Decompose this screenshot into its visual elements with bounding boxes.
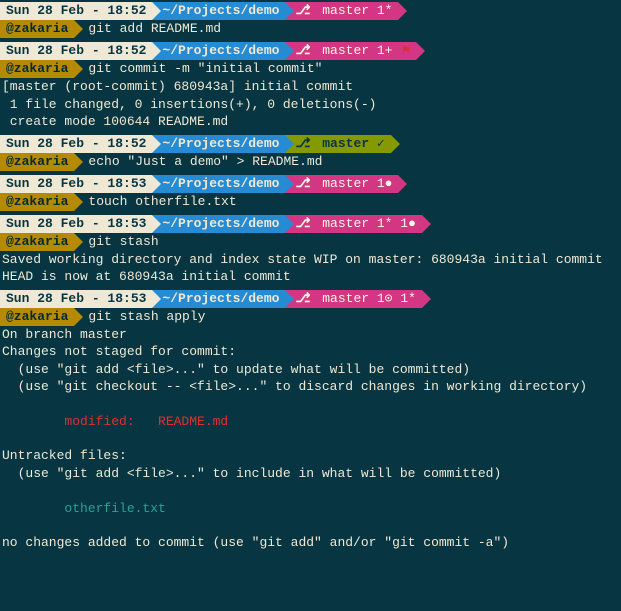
branch-icon: ⎇ xyxy=(295,135,310,153)
user-segment: @zakaria xyxy=(0,153,74,171)
command-line[interactable]: @zakariagit commit -m "initial commit" xyxy=(0,60,621,78)
output-line xyxy=(2,430,621,447)
output-line: HEAD is now at 680943a initial commit xyxy=(2,268,621,286)
timestamp-segment: Sun 28 Feb - 18:53 xyxy=(0,175,152,193)
user-segment: @zakaria xyxy=(0,60,74,78)
output: On branch masterChanges not staged for c… xyxy=(0,326,621,552)
user-segment: @zakaria xyxy=(0,193,74,211)
command-line[interactable]: @zakariaecho "Just a demo" > README.md xyxy=(0,153,621,171)
branch-icon: ⎇ xyxy=(295,2,310,20)
branch-icon: ⎇ xyxy=(295,215,310,233)
timestamp-segment: Sun 28 Feb - 18:52 xyxy=(0,135,152,153)
output: [master (root-commit) 680943a] initial c… xyxy=(0,78,621,131)
terminal-block: Sun 28 Feb - 18:52~/Projects/demo⎇ maste… xyxy=(0,2,621,38)
path-segment: ~/Projects/demo xyxy=(152,42,285,60)
prompt-line: Sun 28 Feb - 18:53~/Projects/demo⎇ maste… xyxy=(0,175,621,193)
output-line: (use "git add <file>..." to include in w… xyxy=(2,465,621,483)
command-line[interactable]: @zakariagit stash xyxy=(0,233,621,251)
branch-icon: ⎇ xyxy=(295,290,310,308)
output-line: 1 file changed, 0 insertions(+), 0 delet… xyxy=(2,96,621,114)
command-text: git add README.md xyxy=(74,20,221,38)
prompt-line: Sun 28 Feb - 18:52~/Projects/demo⎇ maste… xyxy=(0,135,621,153)
path-segment: ~/Projects/demo xyxy=(152,2,285,20)
timestamp-segment: Sun 28 Feb - 18:53 xyxy=(0,215,152,233)
user-segment: @zakaria xyxy=(0,20,74,38)
output-line: Untracked files: xyxy=(2,447,621,465)
command-line[interactable]: @zakariagit stash apply xyxy=(0,308,621,326)
command-text: git stash xyxy=(74,233,158,251)
timestamp-segment: Sun 28 Feb - 18:52 xyxy=(0,42,152,60)
branch-segment: ⎇ master 1⊙ 1* xyxy=(285,290,421,308)
prompt-line: Sun 28 Feb - 18:53~/Projects/demo⎇ maste… xyxy=(0,215,621,233)
output-line: modified: README.md xyxy=(2,413,621,431)
output-line: On branch master xyxy=(2,326,621,344)
command-text: git stash apply xyxy=(74,308,205,326)
user-segment: @zakaria xyxy=(0,308,74,326)
output-line: Changes not staged for commit: xyxy=(2,343,621,361)
branch-segment: ⎇ master ✓ xyxy=(285,135,390,153)
terminal-block: Sun 28 Feb - 18:53~/Projects/demo⎇ maste… xyxy=(0,175,621,211)
branch-text: master 1* 1● xyxy=(314,215,415,233)
output: Saved working directory and index state … xyxy=(0,251,621,286)
branch-icon: ⎇ xyxy=(295,175,310,193)
output-line: (use "git checkout -- <file>..." to disc… xyxy=(2,378,621,396)
path-segment: ~/Projects/demo xyxy=(152,175,285,193)
command-line[interactable]: @zakariagit add README.md xyxy=(0,20,621,38)
output-line xyxy=(2,396,621,413)
prompt-line: Sun 28 Feb - 18:52~/Projects/demo⎇ maste… xyxy=(0,2,621,20)
branch-segment: ⎇ master 1* xyxy=(285,2,398,20)
terminal-block: Sun 28 Feb - 18:53~/Projects/demo⎇ maste… xyxy=(0,215,621,286)
terminal-block: Sun 28 Feb - 18:53~/Projects/demo⎇ maste… xyxy=(0,290,621,552)
prompt-line: Sun 28 Feb - 18:53~/Projects/demo⎇ maste… xyxy=(0,290,621,308)
branch-text: master 1* xyxy=(314,2,392,20)
command-text: touch otherfile.txt xyxy=(74,193,236,211)
terminal-block: Sun 28 Feb - 18:52~/Projects/demo⎇ maste… xyxy=(0,135,621,171)
branch-segment: ⎇ master 1+ ⚑ xyxy=(285,42,416,60)
branch-text: master ✓ xyxy=(314,135,384,153)
prompt-line: Sun 28 Feb - 18:52~/Projects/demo⎇ maste… xyxy=(0,42,621,60)
command-line[interactable]: @zakariatouch otherfile.txt xyxy=(0,193,621,211)
branch-text: master 1+ xyxy=(314,42,400,60)
output-line: no changes added to commit (use "git add… xyxy=(2,534,621,552)
terminal-block: Sun 28 Feb - 18:52~/Projects/demo⎇ maste… xyxy=(0,42,621,131)
command-text: git commit -m "initial commit" xyxy=(74,60,322,78)
output-line: Saved working directory and index state … xyxy=(2,251,621,269)
branch-text: master 1● xyxy=(314,175,392,193)
output-line xyxy=(2,517,621,534)
output-line: create mode 100644 README.md xyxy=(2,113,621,131)
branch-segment: ⎇ master 1● xyxy=(285,175,398,193)
output-line xyxy=(2,483,621,500)
timestamp-segment: Sun 28 Feb - 18:52 xyxy=(0,2,152,20)
branch-text: master 1⊙ 1* xyxy=(314,290,415,308)
branch-icon: ⎇ xyxy=(295,42,310,60)
path-segment: ~/Projects/demo xyxy=(152,290,285,308)
output-line: (use "git add <file>..." to update what … xyxy=(2,361,621,379)
flag-icon: ⚑ xyxy=(402,42,410,60)
output-line: [master (root-commit) 680943a] initial c… xyxy=(2,78,621,96)
branch-segment: ⎇ master 1* 1● xyxy=(285,215,421,233)
path-segment: ~/Projects/demo xyxy=(152,135,285,153)
user-segment: @zakaria xyxy=(0,233,74,251)
timestamp-segment: Sun 28 Feb - 18:53 xyxy=(0,290,152,308)
path-segment: ~/Projects/demo xyxy=(152,215,285,233)
command-text: echo "Just a demo" > README.md xyxy=(74,153,322,171)
output-line: otherfile.txt xyxy=(2,500,621,518)
